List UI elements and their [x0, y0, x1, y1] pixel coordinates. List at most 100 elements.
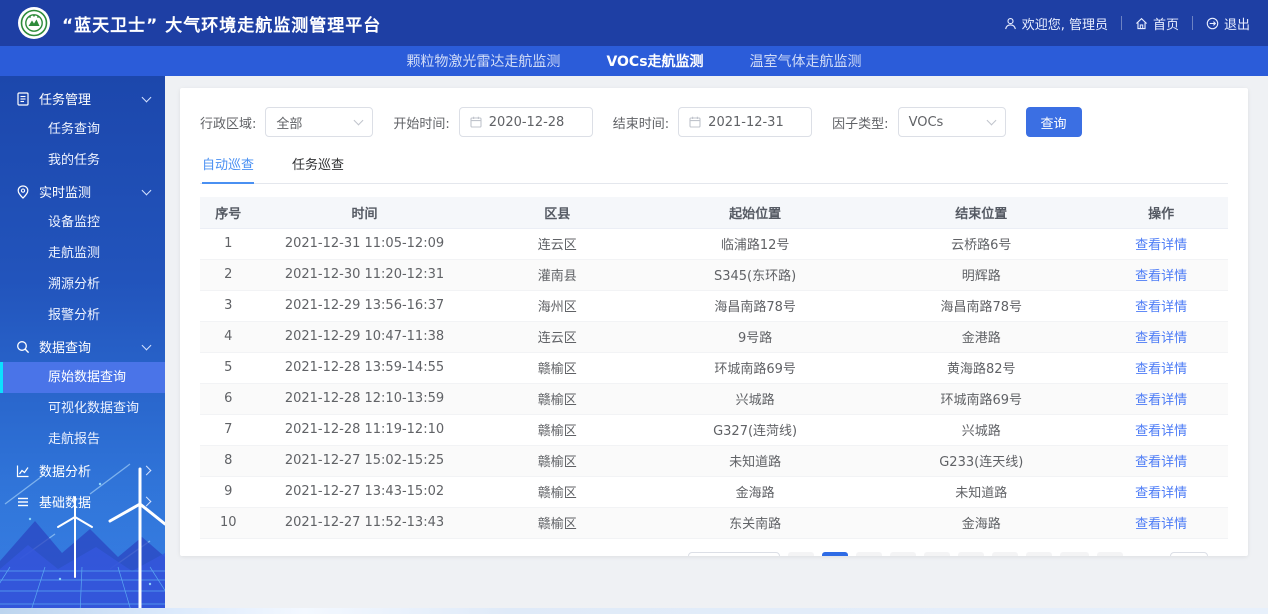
page-button-5[interactable]: 5 [958, 551, 985, 556]
page-size-select[interactable]: 10条/页 [688, 551, 781, 556]
page-button-4[interactable]: 4 [924, 551, 951, 556]
home-link[interactable]: 首页 [1135, 14, 1179, 33]
view-details-link[interactable]: 查看详情 [1135, 517, 1187, 532]
goto-page-input[interactable] [1169, 551, 1208, 556]
app-logo [18, 7, 50, 39]
cell-start: 9号路 [642, 321, 869, 353]
cell-district: 赣榆区 [472, 352, 643, 384]
view-details-link[interactable]: 查看详情 [1135, 424, 1187, 439]
tab-task-patrol[interactable]: 任务巡查 [292, 154, 344, 183]
view-details-link[interactable]: 查看详情 [1135, 455, 1187, 470]
view-details-link[interactable]: 查看详情 [1135, 238, 1187, 253]
table-row: 2 2021-12-30 11:20-12:31 灌南县 S345(东环路) 明辉路 查看… [200, 259, 1228, 291]
page-button-6[interactable]: 6 [992, 551, 1019, 556]
cell-district: 赣榆区 [472, 414, 643, 446]
sidebar-group-实时监测[interactable]: 实时监测 [0, 176, 165, 207]
cell-start: 临浦路12号 [642, 228, 869, 260]
cell-no: 9 [200, 476, 257, 508]
table-row: 1 2021-12-31 11:05-12:09 连云区 临浦路12号 云桥路6号 查看详… [200, 228, 1228, 260]
view-details-link[interactable]: 查看详情 [1135, 331, 1187, 346]
cell-start: 东关南路 [642, 507, 869, 539]
end-date-value: 2021-12-31 [708, 114, 784, 130]
cell-start: 未知道路 [642, 445, 869, 477]
cell-time: 2021-12-27 13:43-15:02 [256, 476, 473, 508]
cell-end: 海昌南路78号 [868, 290, 1095, 322]
cell-end: 黄海路82号 [868, 352, 1095, 384]
sidebar-item-溯源分析[interactable]: 溯源分析 [0, 269, 165, 300]
cell-district: 赣榆区 [472, 507, 643, 539]
sidebar-group-label: 数据查询 [39, 341, 92, 356]
cell-end: 明辉路 [868, 259, 1095, 291]
region-select[interactable]: 全部 [265, 107, 374, 137]
cell-start: 海昌南路78号 [642, 290, 869, 322]
cell-district: 赣榆区 [472, 476, 643, 508]
prev-page-button[interactable]: ‹ [788, 551, 815, 556]
cell-action: 查看详情 [1094, 290, 1228, 322]
next-page-button[interactable]: › [1096, 551, 1123, 556]
view-details-link[interactable]: 查看详情 [1135, 269, 1187, 284]
sidebar-item-走航报告[interactable]: 走航报告 [0, 424, 165, 455]
welcome-user[interactable]: 欢迎您, 管理员 [1004, 14, 1108, 33]
page-button-2[interactable]: 2 [856, 551, 883, 556]
total-count: 共 559 条 [617, 555, 676, 556]
sidebar-group-数据查询[interactable]: 数据查询 [0, 331, 165, 362]
sidebar-item-任务查询[interactable]: 任务查询 [0, 114, 165, 145]
chevron-down-icon [353, 115, 364, 126]
cell-start: 环城南路69号 [642, 352, 869, 384]
cell-no: 1 [200, 228, 257, 260]
start-date-input[interactable]: 2020-12-28 [458, 107, 593, 137]
factor-select[interactable]: VOCs [897, 107, 1006, 137]
query-button[interactable]: 查询 [1025, 107, 1082, 137]
main-area: 行政区域: 全部 开始时间: 2020-12-28 结束时间: 2021-12-… [165, 76, 1268, 614]
page-button-1[interactable]: 1 [822, 551, 849, 556]
cell-no: 8 [200, 445, 257, 477]
cell-time: 2021-12-27 15:02-15:25 [256, 445, 473, 477]
cell-district: 赣榆区 [472, 383, 643, 415]
tab-auto-patrol[interactable]: 自动巡查 [202, 154, 255, 184]
module-tab[interactable]: 温室气体走航监测 [750, 51, 862, 71]
table-row: 8 2021-12-27 15:02-15:25 赣榆区 未知道路 G233(连天线) 查… [200, 445, 1228, 477]
sidebar-item-原始数据查询[interactable]: 原始数据查询 [0, 362, 165, 393]
view-details-link[interactable]: 查看详情 [1135, 362, 1187, 377]
table-body: 1 2021-12-31 11:05-12:09 连云区 临浦路12号 云桥路6号 查看详… [200, 228, 1228, 539]
patrol-tabs: 自动巡查 任务巡查 [200, 154, 1228, 184]
page-button-56[interactable]: 56 [1060, 551, 1089, 556]
module-tab[interactable]: VOCs走航监测 [606, 51, 703, 71]
cell-start: G327(连菏线) [642, 414, 869, 446]
view-details-link[interactable]: 查看详情 [1135, 486, 1187, 501]
goto-suffix: 页 [1215, 555, 1228, 556]
sidebar-menu: 任务管理 任务查询 我的任务 实时监测 设备监控 走航监测 溯源分析 报警分析数据查询原始数据… [0, 76, 165, 517]
sidebar-item-报警分析[interactable]: 报警分析 [0, 300, 165, 331]
view-details-link[interactable]: 查看详情 [1135, 300, 1187, 315]
page-ellipsis[interactable]: ... [1026, 551, 1053, 556]
sidebar-group-数据分析[interactable]: 数据分析 [0, 455, 165, 486]
cell-end: 环城南路69号 [868, 383, 1095, 415]
table-header: 序号 时间 区县 起始位置 结束位置 操作 [200, 197, 1228, 229]
module-tab[interactable]: 颗粒物激光雷达走航监测 [406, 51, 560, 71]
cell-action: 查看详情 [1094, 507, 1228, 539]
logout-link[interactable]: 退出 [1206, 14, 1250, 33]
start-time-label: 开始时间: [393, 116, 450, 132]
page-button-3[interactable]: 3 [890, 551, 917, 556]
list-icon [15, 494, 30, 509]
sidebar-item-设备监控[interactable]: 设备监控 [0, 207, 165, 238]
cell-end: 金港路 [868, 321, 1095, 353]
sidebar-item-我的任务[interactable]: 我的任务 [0, 145, 165, 176]
end-date-input[interactable]: 2021-12-31 [678, 107, 813, 137]
header-actions: 欢迎您, 管理员 首页 退出 [1004, 14, 1250, 33]
pagination: 共 559 条 10条/页 ‹ 123456...56 › 前往 页 [200, 551, 1228, 556]
cell-start: S345(东环路) [642, 259, 869, 291]
cell-start: 金海路 [642, 476, 869, 508]
view-details-link[interactable]: 查看详情 [1135, 393, 1187, 408]
sidebar-item-可视化数据查询[interactable]: 可视化数据查询 [0, 393, 165, 424]
cell-no: 7 [200, 414, 257, 446]
bottom-scrollbar-strip[interactable] [0, 608, 1268, 614]
sidebar-item-走航监测[interactable]: 走航监测 [0, 238, 165, 269]
sidebar-group-任务管理[interactable]: 任务管理 [0, 83, 165, 114]
cell-action: 查看详情 [1094, 476, 1228, 508]
factor-select-value: VOCs [908, 114, 944, 130]
chevron-right-icon [141, 465, 152, 476]
chevron-down-icon [986, 115, 997, 126]
cell-district: 连云区 [472, 228, 643, 260]
sidebar-group-基础数据[interactable]: 基础数据 [0, 486, 165, 517]
